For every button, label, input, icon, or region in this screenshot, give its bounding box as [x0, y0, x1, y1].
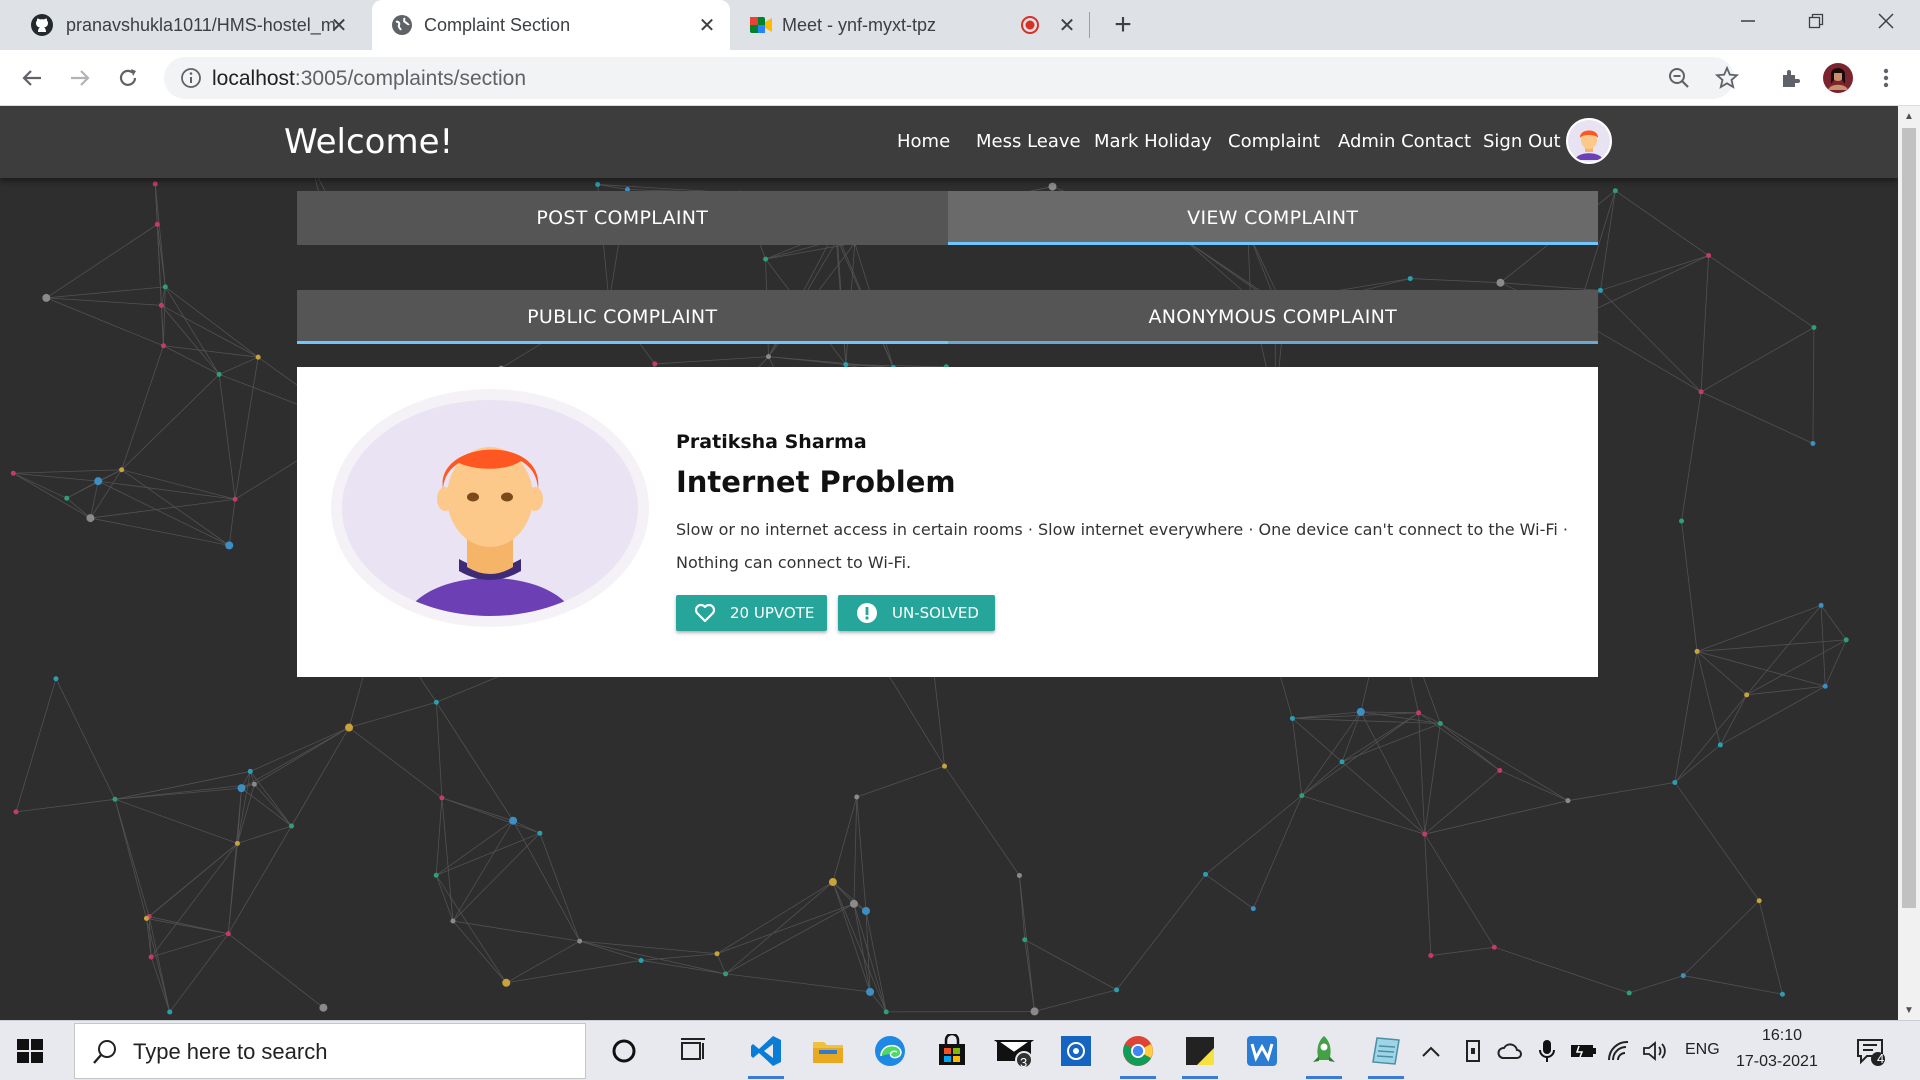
nav-link-mark-holiday[interactable]: Mark Holiday: [1094, 131, 1212, 152]
volume-icon[interactable]: [1640, 1031, 1670, 1071]
tab-title: pranavshukla1011/HMS-hostel_m: [66, 14, 336, 35]
mail-badge: 3: [1020, 1055, 1028, 1070]
notification-count: 4: [1877, 1051, 1885, 1066]
scroll-down-icon[interactable]: ▼: [1898, 1000, 1920, 1020]
url-text[interactable]: localhost:3005/complaints/section: [212, 67, 526, 91]
status-button[interactable]: UN-SOLVED: [838, 595, 995, 631]
github-icon: [30, 13, 54, 42]
forward-icon[interactable]: [60, 58, 100, 98]
edge-icon[interactable]: [868, 1031, 912, 1071]
complaint-title: Internet Problem: [676, 465, 956, 499]
browser-tab-meet[interactable]: Meet - ynf-myxt-tpz ✕: [740, 0, 1090, 50]
back-icon[interactable]: [12, 58, 52, 98]
close-window-icon[interactable]: [1856, 0, 1916, 42]
microphone-icon[interactable]: [1532, 1031, 1562, 1071]
language-indicator[interactable]: ENG: [1685, 1041, 1720, 1059]
search-icon: [91, 1038, 119, 1071]
vscode-icon[interactable]: [744, 1031, 788, 1079]
close-tab-icon[interactable]: ✕: [694, 12, 720, 38]
rocket-app-icon[interactable]: [1302, 1031, 1346, 1079]
tab-view-complaint[interactable]: VIEW COMPLAINT: [947, 191, 1598, 245]
info-icon[interactable]: [178, 65, 204, 91]
battery-icon[interactable]: [1568, 1031, 1598, 1071]
author-avatar: [331, 389, 649, 627]
recording-icon: [1021, 16, 1039, 39]
upvote-label: 20 UPVOTE: [730, 604, 815, 622]
browser-toolbar: localhost:3005/complaints/section: [0, 50, 1920, 106]
meet-icon: [748, 13, 774, 42]
search-placeholder: Type here to search: [133, 1039, 328, 1064]
sub-tabs: PUBLIC COMPLAINT ANONYMOUS COMPLAINT: [297, 290, 1598, 344]
nav-link-mess-leave[interactable]: Mess Leave: [976, 131, 1081, 152]
show-hidden-icons-icon[interactable]: [1416, 1031, 1446, 1071]
browser-tab-complaint-section[interactable]: Complaint Section ✕: [372, 0, 730, 50]
tab-anonymous-complaint[interactable]: ANONYMOUS COMPLAINT: [947, 290, 1598, 344]
nav-link-home[interactable]: Home: [897, 131, 950, 152]
bookmark-star-icon[interactable]: [1714, 65, 1740, 91]
nav-link-complaint[interactable]: Complaint: [1228, 131, 1320, 152]
scrollbar-thumb[interactable]: [1902, 128, 1916, 908]
brand-title: Welcome!: [284, 122, 454, 162]
chrome-icon[interactable]: [1116, 1031, 1160, 1079]
tab-title: Meet - ynf-myxt-tpz: [782, 14, 937, 35]
onedrive-icon[interactable]: [1495, 1031, 1525, 1071]
page-viewport: Welcome! Home Mess Leave Mark Holiday Co…: [0, 106, 1898, 1020]
desktop-app-icon[interactable]: [1054, 1031, 1098, 1071]
wifi-icon[interactable]: [1604, 1031, 1634, 1071]
tab-public-complaint[interactable]: PUBLIC COMPLAINT: [297, 290, 948, 344]
file-explorer-icon[interactable]: [806, 1031, 850, 1071]
windows-start-icon[interactable]: [14, 1035, 46, 1067]
tab-post-complaint[interactable]: POST COMPLAINT: [297, 191, 948, 245]
nav-link-sign-out[interactable]: Sign Out: [1483, 131, 1561, 152]
globe-icon: [390, 13, 414, 42]
nav-link-admin-contact[interactable]: Admin Contact: [1338, 131, 1471, 152]
close-tab-icon[interactable]: ✕: [326, 12, 352, 38]
clock-date[interactable]: 17-03-2021: [1736, 1053, 1818, 1071]
more-menu-icon[interactable]: [1866, 58, 1906, 98]
main-tabs: POST COMPLAINT VIEW COMPLAINT: [297, 191, 1598, 245]
tab-title: Complaint Section: [424, 14, 571, 35]
restore-icon[interactable]: [1786, 0, 1846, 42]
zoom-icon[interactable]: [1666, 65, 1692, 91]
notepad-app-icon[interactable]: [1364, 1031, 1408, 1079]
minimize-icon[interactable]: [1718, 0, 1778, 42]
complaint-author: Pratiksha Sharma: [676, 431, 867, 453]
store-icon[interactable]: [930, 1031, 974, 1071]
close-tab-icon[interactable]: ✕: [1054, 12, 1080, 38]
upvote-button[interactable]: 20 UPVOTE: [676, 595, 827, 631]
browser-tab-strip: pranavshukla1011/HMS-hostel_m ✕ Complain…: [0, 0, 1920, 50]
alert-icon: [856, 602, 878, 624]
complaint-description: Slow or no internet access in certain ro…: [676, 520, 1569, 572]
scroll-up-icon[interactable]: ▲: [1898, 106, 1920, 126]
sticky-notes-icon[interactable]: [1178, 1031, 1222, 1079]
browser-tab-github[interactable]: pranavshukla1011/HMS-hostel_m ✕: [12, 0, 362, 50]
mail-icon[interactable]: 3: [992, 1031, 1036, 1071]
reload-icon[interactable]: [108, 58, 148, 98]
taskbar-search-box[interactable]: Type here to search: [74, 1023, 586, 1079]
address-bar[interactable]: localhost:3005/complaints/section: [164, 57, 1739, 99]
app-navbar: Welcome! Home Mess Leave Mark Holiday Co…: [0, 106, 1898, 178]
device-icon[interactable]: [1458, 1031, 1488, 1071]
complaint-card: Pratiksha Sharma Internet Problem Slow o…: [297, 367, 1598, 677]
status-label: UN-SOLVED: [892, 604, 979, 622]
user-avatar[interactable]: [1566, 118, 1612, 164]
new-tab-icon[interactable]: +: [1106, 8, 1140, 42]
windows-taskbar: Type here to search 3 ENG 16:10 17-03-20…: [0, 1020, 1920, 1080]
extensions-icon[interactable]: [1770, 58, 1810, 98]
clock-time[interactable]: 16:10: [1762, 1027, 1802, 1045]
word-app-icon[interactable]: [1240, 1031, 1284, 1071]
profile-avatar[interactable]: [1818, 58, 1858, 98]
notifications-icon[interactable]: 4: [1848, 1031, 1892, 1071]
heart-icon: [694, 603, 716, 623]
task-view-icon[interactable]: [672, 1031, 716, 1071]
cortana-icon[interactable]: [602, 1031, 646, 1071]
page-scrollbar[interactable]: ▲ ▼: [1898, 106, 1920, 1020]
